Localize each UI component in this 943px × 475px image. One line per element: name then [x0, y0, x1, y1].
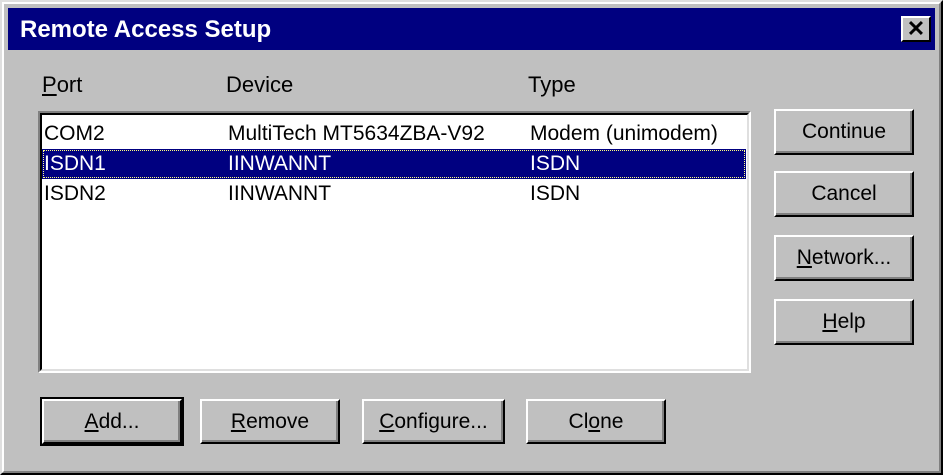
type-cell: ISDN	[530, 152, 581, 175]
cancel-button[interactable]: Cancel	[774, 171, 914, 217]
port-listbox[interactable]: COM2 MultiTech MT5634ZBA-V92 Modem (unim…	[38, 111, 751, 373]
help-button[interactable]: Help	[774, 299, 914, 345]
column-header-port: Port	[42, 72, 83, 97]
device-cell: IINWANNT	[228, 152, 332, 175]
port-cell: COM2	[44, 122, 105, 145]
type-cell: ISDN	[530, 182, 581, 205]
window-title: Remote Access Setup	[20, 16, 272, 43]
clone-button[interactable]: Cl o ne	[526, 399, 666, 444]
title-bar[interactable]: Remote Access Setup ✕	[8, 8, 935, 50]
close-button[interactable]: ✕	[901, 16, 931, 42]
port-cell: ISDN2	[44, 182, 106, 205]
add-button[interactable]: Add...	[40, 397, 184, 446]
configure-button[interactable]: Configure...	[362, 399, 505, 444]
port-cell: ISDN1	[44, 152, 106, 175]
close-icon: ✕	[906, 16, 926, 41]
network-button[interactable]: Network...	[774, 235, 914, 281]
device-cell: IINWANNT	[228, 182, 332, 205]
device-cell: MultiTech MT5634ZBA-V92	[228, 122, 485, 145]
list-item[interactable]: ISDN2 IINWANNT ISDN	[42, 179, 746, 209]
column-header-type: Type	[528, 72, 576, 97]
type-cell: Modem (unimodem)	[530, 122, 718, 145]
remove-button[interactable]: Remove	[200, 399, 340, 444]
column-header-device: Device	[226, 72, 294, 97]
list-item[interactable]: COM2 MultiTech MT5634ZBA-V92 Modem (unim…	[42, 119, 746, 149]
remote-access-setup-dialog: Remote Access Setup ✕ Port Device Type C…	[0, 0, 943, 475]
continue-button[interactable]: Continue	[774, 109, 914, 155]
list-item[interactable]: ISDN1 IINWANNT ISDN	[42, 149, 746, 179]
